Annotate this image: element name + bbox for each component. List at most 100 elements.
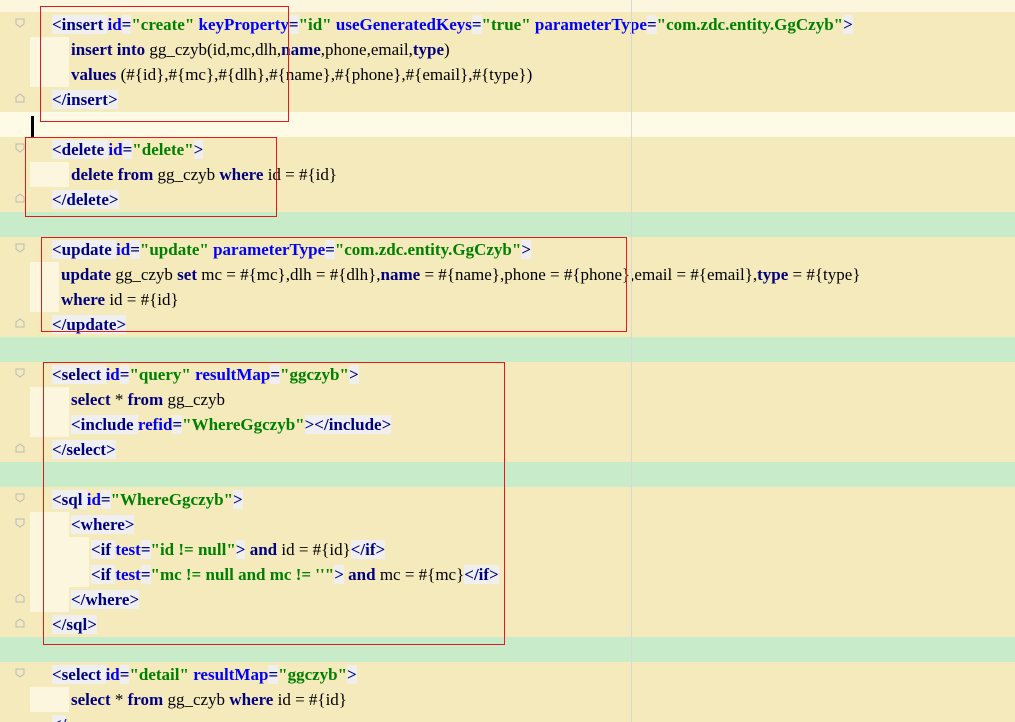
code-line[interactable]: <update id="update" parameterType="com.z… — [0, 237, 1015, 262]
code-token: from — [127, 390, 164, 409]
indent-guide — [30, 687, 69, 712]
fold-end-icon[interactable] — [15, 93, 25, 103]
code-token: = — [130, 240, 140, 259]
fold-end-icon[interactable] — [15, 593, 25, 603]
code-token: > — [348, 365, 359, 384]
code-line[interactable]: values (#{id},#{mc},#{dlh},#{name},#{pho… — [0, 62, 1015, 87]
indent-guide — [30, 587, 69, 612]
code-token: type — [412, 40, 445, 59]
code-token: id = #{id} — [263, 165, 338, 184]
code-line[interactable]: </insert> — [0, 87, 1015, 112]
code-line[interactable]: <include refid="WhereGgczyb"></include> — [0, 412, 1015, 437]
code-line[interactable]: <if test="id != null"> and id = #{id}</i… — [0, 537, 1015, 562]
code-token: gg_czyb — [163, 690, 230, 709]
code-line[interactable] — [0, 462, 1015, 487]
code-token: mc = #{mc},dlh = #{dlh}, — [197, 265, 381, 284]
code-line[interactable] — [0, 112, 1015, 137]
fold-start-icon[interactable] — [15, 243, 25, 253]
code-token: "WhereGgczyb" — [110, 490, 234, 509]
code-line[interactable] — [0, 212, 1015, 237]
code-line[interactable]: </sql> — [0, 612, 1015, 637]
code-line[interactable]: <select id="query" resultMap="ggczyb"> — [0, 362, 1015, 387]
fold-end-icon[interactable] — [15, 443, 25, 453]
fold-end-icon[interactable] — [15, 318, 25, 328]
code-token: id — [107, 15, 122, 34]
indent-guide — [30, 412, 69, 437]
code-line[interactable]: </update> — [0, 312, 1015, 337]
code-token: = — [100, 490, 111, 509]
fold-start-icon[interactable] — [15, 518, 25, 528]
fold-start-icon[interactable] — [15, 493, 25, 503]
code-line[interactable]: </ — [0, 712, 1015, 722]
code-token: type — [757, 265, 789, 284]
code-line[interactable]: update gg_czyb set mc = #{mc},dlh = #{dl… — [0, 262, 1015, 287]
code-token: = — [121, 15, 132, 34]
code-line[interactable]: <if test="mc != null and mc != ''"> and … — [0, 562, 1015, 587]
code-line[interactable]: insert into gg_czyb(id,mc,dlh,name,phone… — [0, 37, 1015, 62]
fold-end-icon[interactable] — [15, 193, 25, 203]
code-token: name — [281, 40, 321, 59]
code-line[interactable]: where id = #{id} — [0, 287, 1015, 312]
code-token: mc = #{mc} — [375, 565, 465, 584]
indent-guide — [30, 512, 69, 537]
code-line[interactable]: <where> — [0, 512, 1015, 537]
fold-start-icon[interactable] — [15, 368, 25, 378]
code-token: ) — [444, 40, 450, 59]
code-editor[interactable]: <insert id="create" keyProperty="id" use… — [0, 0, 1015, 722]
code-token: > — [347, 665, 357, 684]
code-line[interactable]: delete from gg_czyb where id = #{id} — [0, 162, 1015, 187]
indent-guide — [30, 387, 69, 412]
code-token: = #{type} — [788, 265, 861, 284]
code-text: <sql id="WhereGgczyb"> — [52, 490, 243, 510]
code-token: "detail" — [129, 665, 189, 684]
code-token: id — [116, 240, 131, 259]
code-token: name — [380, 265, 421, 284]
code-line[interactable]: select * from gg_czyb — [0, 387, 1015, 412]
fold-start-icon[interactable] — [15, 143, 25, 153]
code-token: = #{name},phone = #{phone},email = #{ema… — [420, 265, 758, 284]
code-token: > — [334, 565, 344, 584]
code-text: </select> — [52, 440, 116, 460]
code-line[interactable] — [0, 637, 1015, 662]
code-token: </if> — [464, 565, 499, 584]
indent-guide — [30, 62, 69, 87]
code-token: resultMap — [195, 365, 271, 384]
text-caret — [31, 116, 34, 138]
code-token: = — [325, 240, 335, 259]
code-text: </where> — [71, 590, 140, 610]
code-token: = — [172, 415, 183, 434]
code-token: insert into — [71, 40, 146, 59]
code-text: delete from gg_czyb where id = #{id} — [71, 165, 337, 185]
code-line[interactable]: <select id="detail" resultMap="ggczyb"> — [0, 662, 1015, 687]
code-text: values (#{id},#{mc},#{dlh},#{name},#{pho… — [71, 65, 532, 85]
code-line[interactable]: <delete id="delete"> — [0, 137, 1015, 162]
code-token: <delete — [52, 140, 109, 159]
code-token: where — [61, 290, 106, 309]
code-token: keyProperty — [198, 15, 289, 34]
fold-end-icon[interactable] — [15, 618, 25, 628]
code-line[interactable]: select * from gg_czyb where id = #{id} — [0, 687, 1015, 712]
code-text: select * from gg_czyb where id = #{id} — [71, 690, 347, 710]
code-line[interactable]: <insert id="create" keyProperty="id" use… — [0, 12, 1015, 37]
code-token: * — [110, 390, 128, 409]
fold-start-icon[interactable] — [15, 668, 25, 678]
code-line[interactable]: </select> — [0, 437, 1015, 462]
code-token: </sql> — [52, 615, 97, 634]
code-token: ,phone,email, — [320, 40, 413, 59]
code-token: from — [127, 690, 164, 709]
code-token: </insert> — [52, 90, 118, 109]
code-text: update gg_czyb set mc = #{mc},dlh = #{dl… — [61, 265, 860, 285]
code-token: ></include> — [304, 415, 392, 434]
code-text: where id = #{id} — [61, 290, 179, 310]
code-token: = — [119, 665, 130, 684]
code-token: test — [115, 565, 141, 584]
code-token: id = #{id} — [273, 690, 347, 709]
code-token: gg_czyb — [153, 165, 220, 184]
fold-start-icon[interactable] — [15, 18, 25, 28]
code-line[interactable]: </where> — [0, 587, 1015, 612]
code-text: </insert> — [52, 90, 118, 110]
code-line[interactable]: </delete> — [0, 187, 1015, 212]
code-line[interactable] — [0, 337, 1015, 362]
editor-gutter — [0, 0, 30, 722]
code-line[interactable]: <sql id="WhereGgczyb"> — [0, 487, 1015, 512]
